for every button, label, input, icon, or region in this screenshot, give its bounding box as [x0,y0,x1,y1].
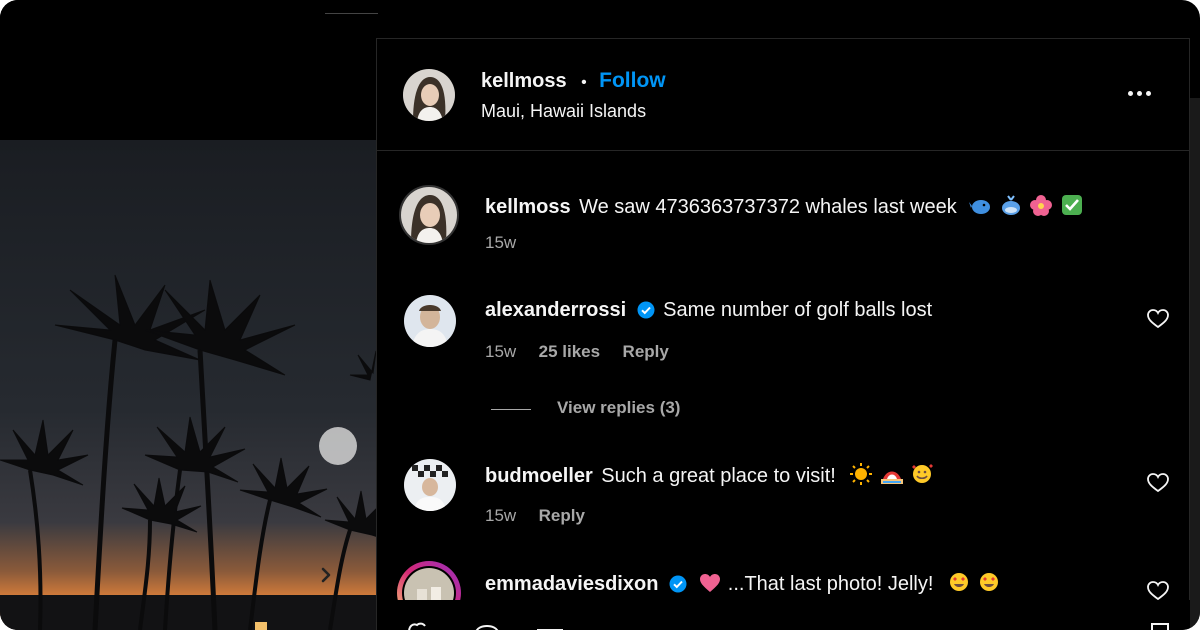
sun-emoji-icon [850,463,873,485]
caption-line: kellmoss We saw 4736363737372 whales las… [485,194,1083,219]
like-icon[interactable] [407,622,433,630]
avatar-photo [403,69,455,121]
save-icon[interactable] [1149,622,1171,630]
comment-avatar[interactable] [404,459,456,511]
caption-text: We saw 4736363737372 whales last week [579,196,957,218]
heart-icon[interactable] [1147,581,1169,601]
photo-top-bar [0,0,378,140]
comment-line: alexanderrossi Same number of golf balls… [485,299,932,322]
caption-meta: 15w [485,233,516,253]
share-icon[interactable] [535,622,565,630]
post-actions-bar [376,600,1190,630]
caption-username[interactable]: kellmoss [485,196,571,218]
avatar-photo [404,295,456,347]
view-replies-button[interactable]: View replies (3) [557,398,680,417]
follow-button[interactable]: Follow [599,69,666,92]
comment-avatar[interactable] [404,295,456,347]
post-photo [0,0,378,630]
more-dot-icon [1127,90,1133,96]
comment-meta: 15w Reply [485,506,585,526]
caption-time[interactable]: 15w [485,233,516,252]
location-line: Maui, Hawaii Islands [481,101,646,122]
comment-text: Same number of golf balls lost [663,299,933,321]
separator-dot: • [581,74,587,91]
heart-eyes-emoji-icon [949,573,968,591]
scrollbar[interactable] [1190,98,1200,630]
comments-panel: kellmoss • Follow Maui, Hawaii Islands k… [376,38,1190,625]
comment-username[interactable]: alexanderrossi [485,299,626,321]
avatar-photo [401,187,457,243]
comment-username[interactable]: budmoeller [485,465,593,487]
view-replies-row: View replies (3) [557,398,680,418]
comment-time[interactable]: 15w [485,342,516,361]
smiling-hearts-emoji-icon [912,464,934,483]
beach-emoji-icon [880,471,903,484]
comment-icon[interactable] [474,622,500,630]
pink-heart-emoji-icon [700,574,721,592]
next-photo-button[interactable] [319,427,357,583]
spouting-whale-emoji-icon [1001,195,1020,215]
chevron-right-icon [321,567,331,583]
comment-line: emmadaviesdixon ...That last photo! Jell… [485,571,1000,596]
hibiscus-emoji-icon [1030,195,1053,216]
more-dot-icon [1136,90,1142,96]
verified-badge-icon [669,575,687,593]
comment-meta: 15w 25 likes Reply [485,342,669,362]
heart-eyes-emoji-icon [980,573,999,591]
location-link[interactable]: Maui, Hawaii Islands [481,101,646,121]
comment-username[interactable]: emmadaviesdixon [485,573,658,595]
post-header: kellmoss • Follow Maui, Hawaii Islands [377,39,1189,151]
caption-avatar[interactable] [399,185,459,245]
view-replies-line [491,409,531,410]
reply-button[interactable]: Reply [539,506,585,525]
heart-icon[interactable] [1147,309,1169,329]
heart-icon[interactable] [1147,473,1169,493]
verified-badge-icon [637,301,655,319]
check-mark-emoji-icon [1061,195,1082,215]
author-avatar[interactable] [403,69,455,121]
more-options-button[interactable] [1119,83,1159,103]
comment-line: budmoeller Such a great place to visit! [485,463,934,488]
comment-time[interactable]: 15w [485,506,516,525]
sunset-palm-image [0,140,378,630]
post-modal: kellmoss • Follow Maui, Hawaii Islands k… [0,0,1200,630]
comment-text: ...That last photo! Jelly! [727,573,934,595]
author-line: kellmoss • Follow [481,69,666,93]
comment-text: Such a great place to visit! [601,465,836,487]
reply-button[interactable]: Reply [623,342,669,361]
comment-likes[interactable]: 25 likes [539,342,600,361]
author-username[interactable]: kellmoss [481,70,567,92]
photo-progress-line [325,13,378,14]
avatar-photo [404,459,456,511]
whale-emoji-icon [969,200,991,214]
more-dot-icon [1145,90,1151,96]
